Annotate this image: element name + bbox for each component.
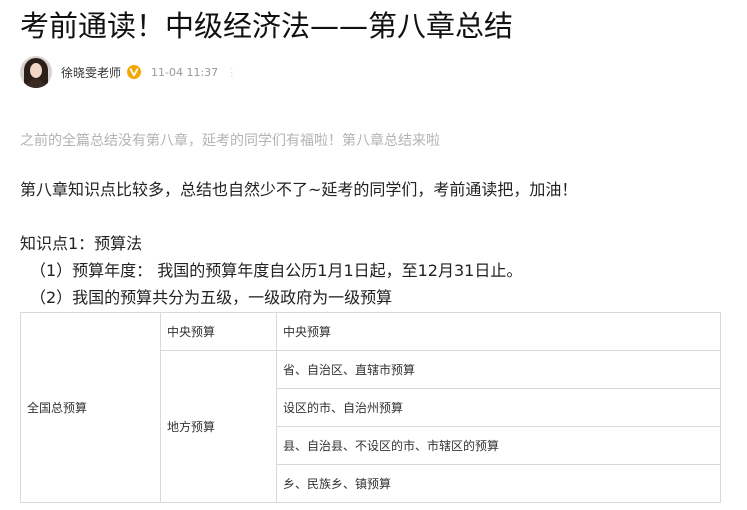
verified-v-icon — [127, 65, 142, 79]
article-subtitle: 之前的全篇总结没有第八章，延考的同学们有福啦！第八章总结来啦 — [20, 133, 440, 149]
table-cell-local-item: 设区的市、自治州预算 — [276, 388, 721, 427]
budget-year-paragraph: （1）预算年度： 我国的预算年度自公历1月1日起，至12月31日止。 — [30, 261, 523, 280]
table-row: 全国总预算 中央预算 中央预算 — [20, 312, 721, 503]
article-title: 考前通读！中级经济法——第八章总结 — [20, 9, 514, 43]
budget-table: 全国总预算 中央预算 中央预算 地方预算 省、自治区、直辖市预算 设区的市、自治… — [20, 312, 721, 503]
table-cell-central-category: 中央预算 — [160, 312, 277, 351]
table-cell-local-item: 省、自治区、直辖市预算 — [276, 350, 721, 389]
table-cell-local-category: 地方预算 — [160, 350, 277, 503]
knowledge-point-heading: 知识点1：预算法 — [20, 234, 143, 253]
table-cell-central-item: 中央预算 — [276, 312, 721, 351]
table-cell-local-item: 县、自治县、不设区的市、市辖区的预算 — [276, 426, 721, 465]
table-cell-total-budget: 全国总预算 — [20, 312, 161, 503]
post-time: 11-04 11:37 — [151, 65, 219, 79]
table-cell-local-item: 乡、民族乡、镇预算 — [276, 464, 721, 503]
budget-levels-paragraph: （2）我国的预算共分为五级，一级政府为一级预算 — [30, 288, 393, 307]
intro-paragraph: 第八章知识点比较多，总结也自然少不了~延考的同学们，考前通读把，加油！ — [20, 180, 578, 199]
avatar[interactable] — [20, 56, 52, 88]
article-page: 考前通读！中级经济法——第八章总结 徐晓雯老师 11-04 11:37 ⋮ 之前… — [0, 0, 747, 510]
more-icon[interactable]: ⋮ — [226, 66, 237, 79]
author-row: 徐晓雯老师 11-04 11:37 ⋮ — [20, 56, 237, 88]
author-name[interactable]: 徐晓雯老师 — [61, 64, 121, 81]
